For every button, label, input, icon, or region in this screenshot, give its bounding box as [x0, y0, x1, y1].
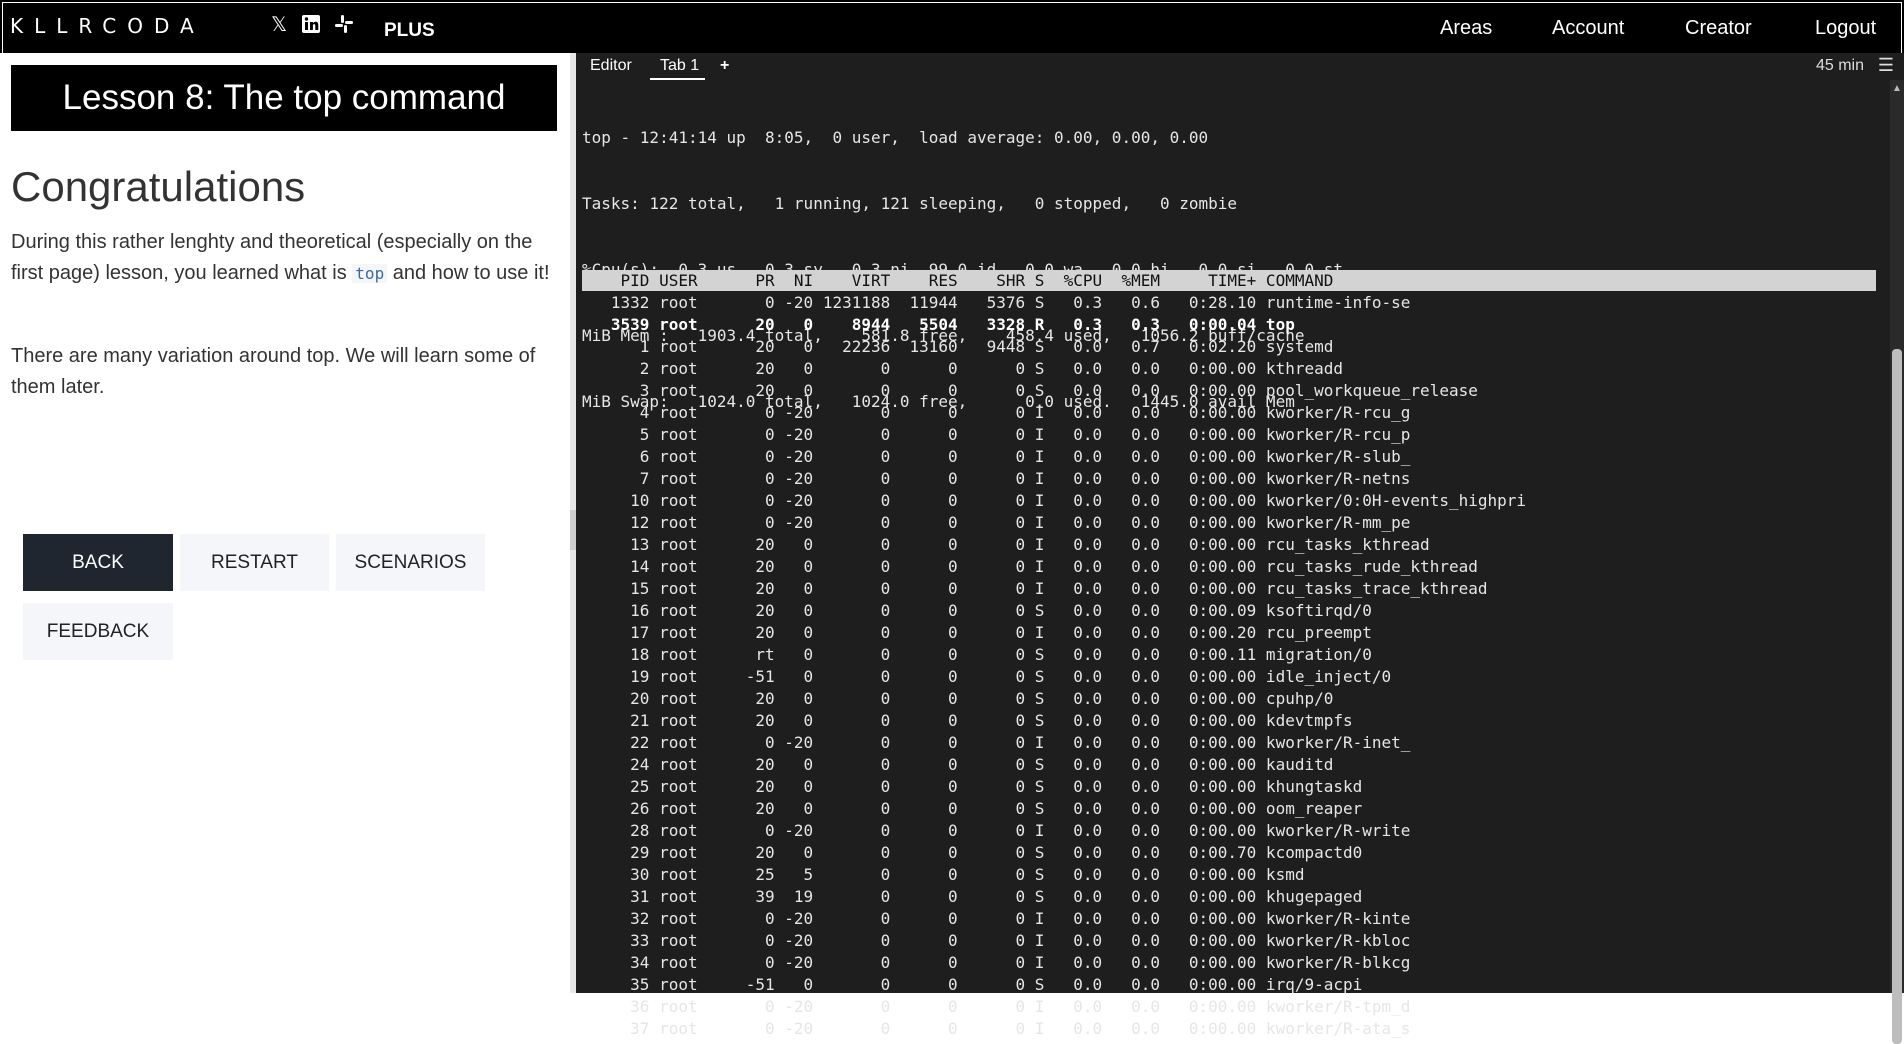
process-row: 20 root 20 0 0 0 0 S 0.0 0.0 0:00.00 cpu… [582, 689, 1334, 708]
nav-account[interactable]: Account [1552, 17, 1624, 40]
process-row: 21 root 20 0 0 0 0 S 0.0 0.0 0:00.00 kde… [582, 711, 1353, 730]
summary-line: top - 12:41:14 up 8:05, 0 user, load ave… [582, 128, 1209, 147]
process-row: 3539 root 20 0 8944 5504 3328 R 0.3 0.3 … [582, 315, 1295, 334]
process-table-header: PID USER PR NI VIRT RES SHR S %CPU %MEM … [582, 271, 1334, 290]
inline-code: top [352, 264, 388, 283]
process-row: 14 root 20 0 0 0 0 I 0.0 0.0 0:00.00 rcu… [582, 557, 1478, 576]
back-button[interactable]: BACK [23, 534, 173, 591]
scroll-up-arrow-icon[interactable]: ▲ [1892, 83, 1902, 95]
process-row: 17 root 20 0 0 0 0 I 0.0 0.0 0:00.20 rcu… [582, 623, 1372, 642]
process-row: 16 root 20 0 0 0 0 S 0.0 0.0 0:00.09 kso… [582, 601, 1372, 620]
lesson-panel: Lesson 8: The top command Congratulation… [0, 53, 570, 993]
terminal-panel[interactable]: Editor Tab 1 + 45 min ☰ top - 12:41:14 u… [576, 53, 1904, 1044]
process-row: 6 root 0 -20 0 0 0 I 0.0 0.0 0:00.00 kwo… [582, 447, 1411, 466]
scrollbar-thumb[interactable] [1892, 349, 1902, 1044]
nav-logout[interactable]: Logout [1815, 17, 1876, 40]
slack-icon[interactable] [333, 14, 355, 36]
process-row: 10 root 0 -20 0 0 0 I 0.0 0.0 0:00.00 kw… [582, 491, 1527, 510]
nav-creator[interactable]: Creator [1685, 17, 1752, 40]
process-row: 29 root 20 0 0 0 0 S 0.0 0.0 0:00.70 kco… [582, 843, 1363, 862]
top-navbar: KLLRCODA 𝕏 PLUS Areas Account Creator Lo… [0, 0, 1904, 53]
lesson-title: Lesson 8: The top command [11, 65, 557, 131]
lesson-paragraph-2: There are many variation around top. We … [11, 345, 536, 398]
process-row: 22 root 0 -20 0 0 0 I 0.0 0.0 0:00.00 kw… [582, 733, 1411, 752]
process-row: 1332 root 0 -20 1231188 11944 5376 S 0.3… [582, 293, 1411, 312]
process-row: 30 root 25 5 0 0 0 S 0.0 0.0 0:00.00 ksm… [582, 865, 1305, 884]
add-tab-button[interactable]: + [720, 57, 729, 75]
nav-areas[interactable]: Areas [1440, 17, 1492, 40]
process-row: 31 root 39 19 0 0 0 S 0.0 0.0 0:00.00 kh… [582, 887, 1363, 906]
tab-1[interactable]: Tab 1 [660, 57, 699, 75]
restart-button[interactable]: RESTART [180, 534, 329, 591]
x-icon[interactable]: 𝕏 [268, 14, 290, 36]
process-row: 3 root 20 0 0 0 0 S 0.0 0.0 0:00.00 pool… [582, 381, 1478, 400]
terminal-tabbar: Editor Tab 1 + 45 min ☰ [576, 53, 1904, 80]
hamburger-menu-icon[interactable]: ☰ [1878, 55, 1894, 76]
process-row: 34 root 0 -20 0 0 0 I 0.0 0.0 0:00.00 kw… [582, 953, 1411, 972]
plus-link[interactable]: PLUS [384, 20, 435, 42]
process-row: 4 root 0 -20 0 0 0 I 0.0 0.0 0:00.00 kwo… [582, 403, 1411, 422]
process-row: 26 root 20 0 0 0 0 S 0.0 0.0 0:00.00 oom… [582, 799, 1363, 818]
process-row: 19 root -51 0 0 0 0 S 0.0 0.0 0:00.00 id… [582, 667, 1392, 686]
process-row: 5 root 0 -20 0 0 0 I 0.0 0.0 0:00.00 kwo… [582, 425, 1411, 444]
process-row: 1 root 20 0 22236 13160 9448 S 0.0 0.7 0… [582, 337, 1334, 356]
process-table: 1332 root 0 -20 1231188 11944 5376 S 0.3… [582, 292, 1526, 1040]
lesson-heading: Congratulations [11, 163, 306, 210]
process-row: 28 root 0 -20 0 0 0 I 0.0 0.0 0:00.00 kw… [582, 821, 1411, 840]
process-row: 7 root 0 -20 0 0 0 I 0.0 0.0 0:00.00 kwo… [582, 469, 1411, 488]
process-row: 37 root 0 -20 0 0 0 I 0.0 0.0 0:00.00 kw… [582, 1019, 1411, 1038]
scenarios-button[interactable]: SCENARIOS [336, 534, 485, 591]
summary-line: Tasks: 122 total, 1 running, 121 sleepin… [582, 194, 1238, 213]
process-row: 33 root 0 -20 0 0 0 I 0.0 0.0 0:00.00 kw… [582, 931, 1411, 950]
tab-editor[interactable]: Editor [590, 57, 632, 75]
lesson-paragraph-1: During this rather lenghty and theoretic… [11, 227, 551, 289]
time-remaining: 45 min [1815, 57, 1864, 74]
paragraph-text: and how to use it! [387, 262, 550, 284]
process-row: 18 root rt 0 0 0 0 S 0.0 0.0 0:00.11 mig… [582, 645, 1372, 664]
process-row: 15 root 20 0 0 0 0 I 0.0 0.0 0:00.00 rcu… [582, 579, 1488, 598]
process-row: 2 root 20 0 0 0 0 S 0.0 0.0 0:00.00 kthr… [582, 359, 1343, 378]
process-row: 32 root 0 -20 0 0 0 I 0.0 0.0 0:00.00 kw… [582, 909, 1411, 928]
process-row: 24 root 20 0 0 0 0 S 0.0 0.0 0:00.00 kau… [582, 755, 1334, 774]
process-row: 12 root 0 -20 0 0 0 I 0.0 0.0 0:00.00 kw… [582, 513, 1411, 532]
linkedin-icon[interactable] [300, 14, 322, 36]
process-row: 36 root 0 -20 0 0 0 I 0.0 0.0 0:00.00 kw… [582, 997, 1411, 1016]
active-tab-indicator [650, 78, 705, 80]
process-row: 13 root 20 0 0 0 0 I 0.0 0.0 0:00.00 rcu… [582, 535, 1430, 554]
logo[interactable]: KLLRCODA [10, 14, 205, 38]
feedback-button[interactable]: FEEDBACK [23, 603, 173, 660]
process-row: 25 root 20 0 0 0 0 S 0.0 0.0 0:00.00 khu… [582, 777, 1363, 796]
